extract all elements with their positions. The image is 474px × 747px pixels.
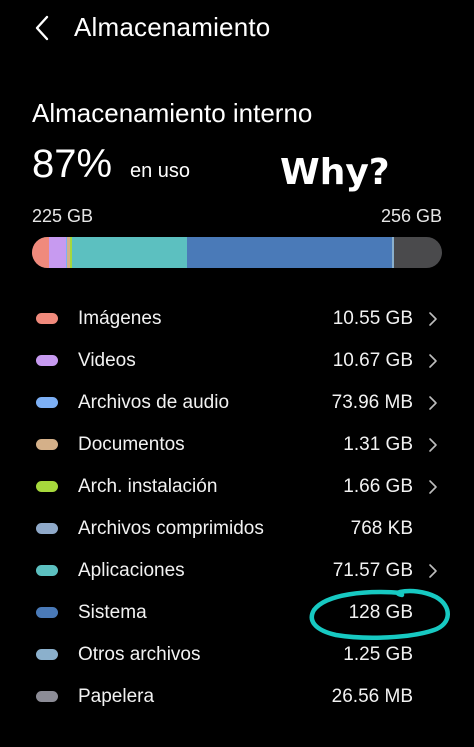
category-label: Aplicaciones [78,560,185,581]
usage-percent: 87% [32,142,113,186]
chevron-left-icon [35,15,49,41]
category-color-dot [36,481,58,492]
bar-segment [72,237,187,268]
category-label: Videos [78,350,136,371]
category-color-dot [36,523,58,534]
category-label: Archivos de audio [78,392,230,413]
category-label: Papelera [78,686,155,707]
category-color-dot [36,607,58,618]
circle-annotation [309,588,450,640]
back-button[interactable] [24,10,60,46]
category-color-dot [36,691,58,702]
chevron-right-icon [429,438,437,452]
category-size: 1.66 GB [343,476,413,497]
category-size: 73.96 MB [331,392,413,413]
category-size: 1.25 GB [343,644,413,665]
used-storage-label: 225 GB [32,206,94,226]
category-size: 1.31 GB [343,434,413,455]
category-size: 768 KB [350,518,413,539]
category-row: Archivos comprimidos 768 KB [0,508,474,550]
chevron-right-icon [429,354,437,368]
category-label: Arch. instalación [78,476,218,497]
category-size: 10.55 GB [332,308,413,329]
total-storage-label: 256 GB [380,206,442,226]
category-label: Otros archivos [78,644,201,665]
bar-segment [186,237,392,268]
chevron-right-icon [429,480,437,494]
storage-usage-bar [32,237,442,268]
category-label: Sistema [78,602,147,623]
category-row[interactable]: Imágenes 10.55 GB [0,298,474,340]
category-color-dot [36,355,58,366]
category-row: Papelera 26.56 MB [0,676,474,718]
category-label: Archivos comprimidos [78,518,264,539]
category-row[interactable]: Videos 10.67 GB [0,340,474,382]
in-use-label: en uso [130,160,191,182]
category-row[interactable]: Arch. instalación 1.66 GB [0,466,474,508]
category-color-dot [36,397,58,408]
category-color-dot [36,439,58,450]
category-size: 26.56 MB [331,686,413,707]
category-row[interactable]: Documentos 1.31 GB [0,424,474,466]
chevron-right-icon [429,564,437,578]
category-row[interactable]: Archivos de audio 73.96 MB [0,382,474,424]
category-size: 10.67 GB [332,350,413,371]
category-color-dot [36,565,58,576]
bar-segment [48,237,66,268]
chevron-right-icon [429,396,437,410]
section-title: Almacenamiento interno [32,98,313,128]
category-label: Documentos [78,434,185,455]
category-size: 71.57 GB [332,560,413,581]
category-label: Imágenes [78,308,162,329]
category-color-dot [36,649,58,660]
app-header: Almacenamiento [0,0,474,60]
bar-segment [391,237,394,268]
chevron-right-icon [429,312,437,326]
category-list: Imágenes 10.55 GB Videos 10.67 GB Archivos d… [0,298,474,718]
annotation-why-text: Why? [280,152,390,193]
category-color-dot [36,313,58,324]
page-title: Almacenamiento [74,12,271,42]
bar-segment [32,237,49,268]
